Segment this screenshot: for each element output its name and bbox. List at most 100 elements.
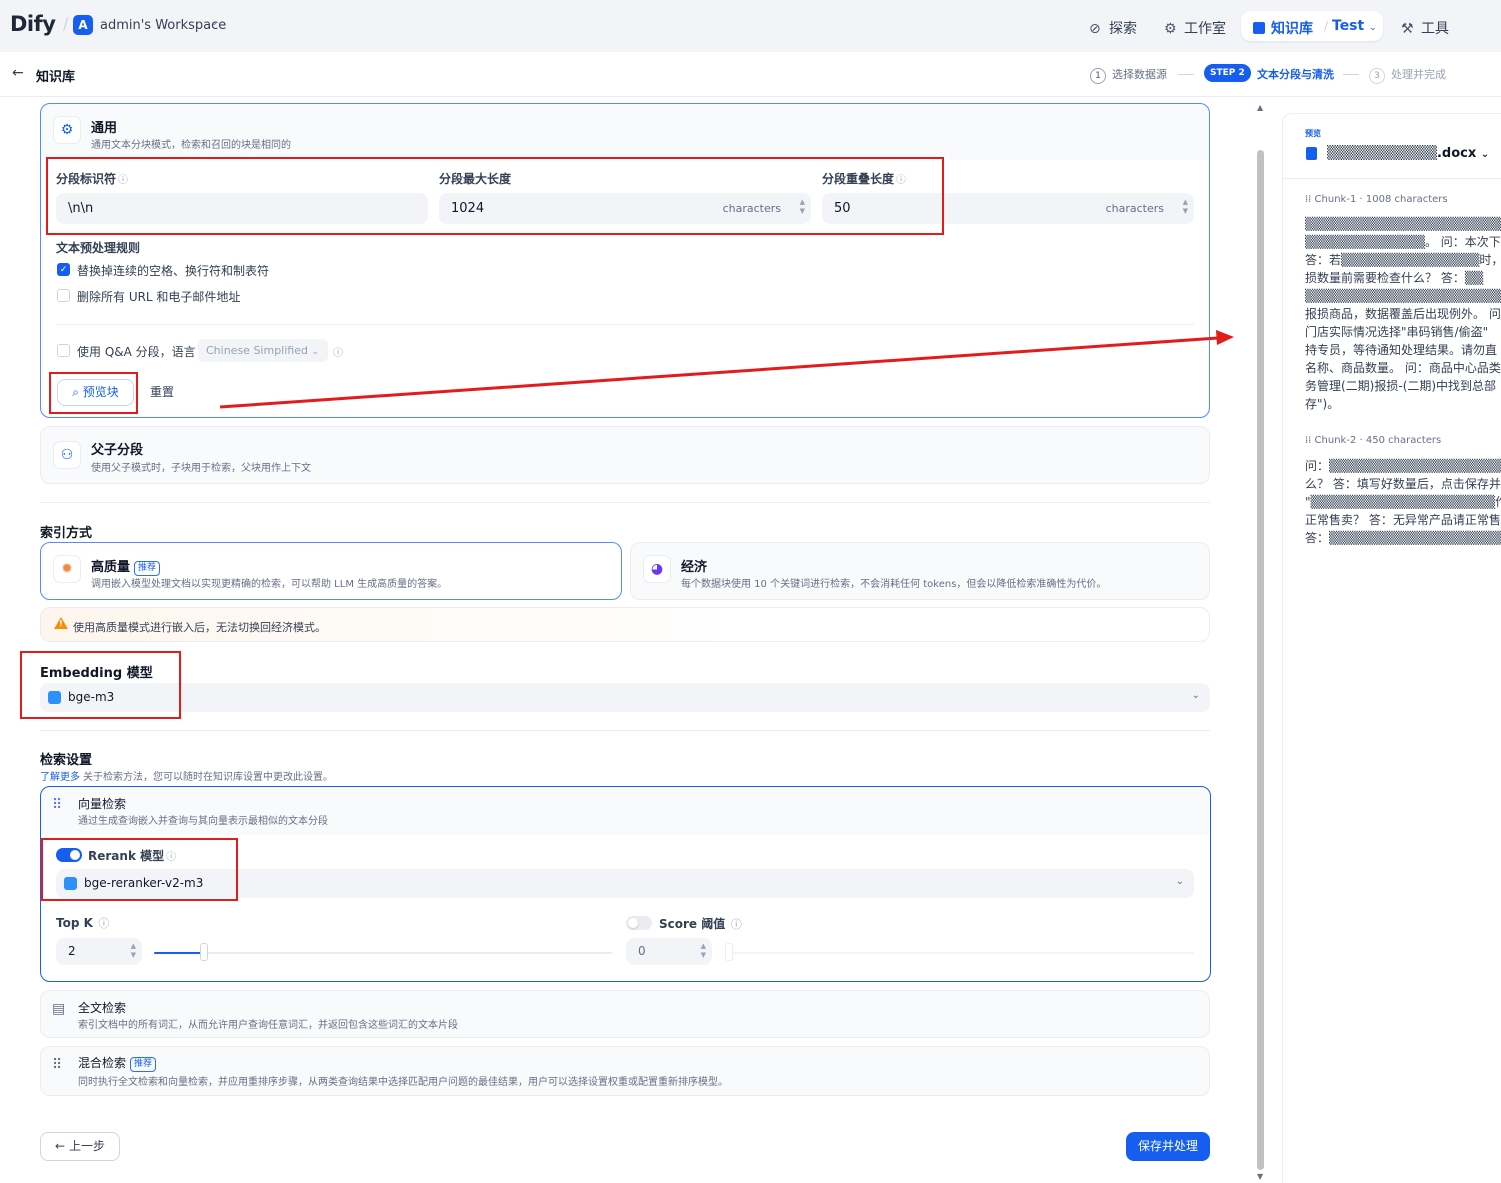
workspace-avatar[interactable]: A [73, 15, 93, 35]
vector-search-title: 向量检索 [78, 797, 127, 811]
score-threshold-value: 0 [638, 944, 646, 958]
full-text-search-card[interactable]: ▤ 全文检索 索引文档中的所有词汇，从而允许用户查询任意词汇，并返回包含这些词汇… [40, 990, 1210, 1038]
step-2-badge: STEP 2 [1204, 64, 1251, 82]
nav-explore[interactable]: ⊘ 探索 [1089, 18, 1137, 38]
step-header: ← 知识库 1 选择数据源 STEP 2 文本分段与清洗 3 处理并完成 [0, 52, 1501, 97]
compass-icon: ⊘ [1089, 21, 1101, 37]
retrieval-section-title: 检索设置 [40, 753, 93, 768]
topk-input[interactable]: 2 ▲ ▼ [56, 938, 142, 965]
scroll-down-arrow[interactable]: ▼ [1257, 1172, 1263, 1181]
scroll-up-arrow[interactable]: ▲ [1257, 103, 1263, 112]
divider [56, 324, 1194, 325]
annotation-box-rerank [41, 838, 238, 901]
embedding-model-select[interactable]: bge-m3 ⌄ [40, 683, 1210, 712]
chunk-1-text: ▒▒▒▒▒▒▒▒▒▒▒▒▒▒▒▒▒▒▒▒▒▒▒▒▒ ▒▒▒▒▒▒▒▒▒▒▒▒▒。… [1305, 217, 1501, 411]
annotation-box-embedding [20, 651, 181, 719]
vector-search-desc: 通过生成查询嵌入并查询与其向量表示最相似的文本分段 [78, 816, 328, 827]
topk-slider-track[interactable] [154, 952, 612, 954]
redacted-filename: ▒▒▒▒▒▒▒▒▒▒▒ [1327, 146, 1437, 161]
arrow-left-icon: ← [55, 1139, 66, 1153]
chevron-down-icon: ⌄ [311, 347, 320, 357]
divider [40, 730, 1210, 731]
nav-explore-label: 探索 [1109, 21, 1137, 37]
hybrid-title: 混合检索 推荐 [78, 1054, 157, 1072]
chevron-down-icon: ⌄ [1480, 149, 1490, 160]
topk-label: Top K ⓘ [56, 916, 110, 930]
topk-slider-handle[interactable] [200, 943, 208, 961]
chunk-2-meta: ⁞⁞ Chunk-2 · 450 characters [1305, 435, 1442, 446]
reset-button[interactable]: 重置 [150, 383, 174, 400]
help-icon[interactable]: ⓘ [727, 918, 742, 931]
star-icon: ✹ [53, 555, 81, 583]
score-slider-handle[interactable] [725, 943, 733, 961]
qa-checkbox[interactable] [57, 344, 70, 357]
nav-tools[interactable]: ⚒ 工具 [1401, 18, 1449, 38]
retrieval-hint: 关于检索方法，您可以随时在知识库设置中更改此设置。 [83, 772, 333, 783]
back-arrow-icon[interactable]: ← [12, 65, 24, 81]
preview-label: 预览 [1305, 129, 1321, 138]
rule1-checkbox[interactable]: ✓ [57, 263, 70, 276]
chunk-preview-panel: 预览 ▒▒▒▒▒▒▒▒▒▒▒.docx ⌄ ⁞⁞ Chunk-1 · 1008 … [1282, 113, 1501, 1183]
vector-search-header [41, 787, 1209, 835]
robot-icon: ⚙ [1164, 21, 1177, 37]
rule2-checkbox[interactable] [57, 289, 70, 302]
divider [1283, 178, 1501, 179]
general-desc: 通用文本分块模式，检索和召回的块是相同的 [91, 140, 291, 151]
index-warning: ! 使用高质量模式进行嵌入后，无法切换回经济模式。 [40, 607, 1210, 642]
qa-label: 使用 Q&A 分段，语言 [77, 345, 196, 359]
help-icon[interactable]: ⓘ [333, 344, 343, 359]
economy-desc: 每个数据块使用 10 个关键词进行检索，不会消耗任何 tokens，但会以降低检… [681, 579, 1107, 590]
save-and-process-button[interactable]: 保存并处理 [1126, 1132, 1210, 1161]
dify-logo[interactable]: Dify [10, 12, 56, 36]
chevron-down-icon: ⌄ [1191, 690, 1200, 701]
full-text-desc: 索引文档中的所有词汇，从而允许用户查询任意词汇，并返回包含这些词汇的文本片段 [78, 1020, 458, 1031]
score-threshold-input[interactable]: 0 ▲ ▼ [626, 938, 712, 965]
chunk-1-meta: ⁞⁞ Chunk-1 · 1008 characters [1305, 194, 1448, 205]
hybrid-search-card[interactable]: ⠿ 混合检索 推荐 同时执行全文检索和向量检索，并应用重排序步骤，从两类查询结果中… [40, 1046, 1210, 1096]
learn-more-link[interactable]: 了解更多 [40, 768, 80, 783]
book-icon [1253, 22, 1265, 34]
parent-child-desc: 使用父子模式时，子块用于检索，父块用作上下文 [91, 463, 311, 474]
hammer-icon: ⚒ [1401, 21, 1414, 37]
chevron-down-icon[interactable]: ⌄ [210, 17, 218, 28]
nav-knowledge-label: 知识库 [1271, 21, 1313, 37]
economy-title: 经济 [681, 560, 708, 575]
stepper-icon[interactable]: ▲ ▼ [131, 942, 136, 960]
score-slider-track[interactable] [728, 952, 1194, 954]
hybrid-grid-icon: ⠿ [52, 1057, 63, 1073]
page-title: 知识库 [36, 70, 76, 85]
economy-card[interactable]: ◕ 经济 每个数据块使用 10 个关键词进行检索，不会消耗任何 tokens，但… [630, 542, 1210, 600]
general-chunk-card[interactable]: ⚙ 通用 通用文本分块模式，检索和召回的块是相同的 [40, 103, 1210, 418]
annotation-box-chunk-settings [46, 157, 944, 235]
stepper-icon[interactable]: ▲ ▼ [1183, 198, 1188, 216]
word-file-icon [1306, 147, 1317, 160]
annotation-arrow-head [1216, 330, 1234, 345]
piggy-bank-icon: ◕ [643, 555, 671, 583]
preview-file-selector[interactable]: ▒▒▒▒▒▒▒▒▒▒▒.docx ⌄ [1327, 146, 1489, 161]
overlap-unit: characters [1105, 202, 1164, 215]
qa-language-select[interactable]: Chinese Simplified ⌄ [198, 339, 328, 362]
dataset-selector[interactable]: Test ⌄ [1332, 18, 1377, 34]
index-section-title: 索引方式 [40, 526, 93, 541]
parent-child-card[interactable]: ⚇ 父子分段 使用父子模式时，子块用于检索，父块用作上下文 [40, 426, 1210, 484]
scrollbar-thumb[interactable] [1257, 150, 1264, 1170]
stepper-icon[interactable]: ▲ ▼ [701, 942, 706, 960]
high-quality-card[interactable]: ✹ 高质量 推荐 调用嵌入模型处理文档以实现更精确的检索，可以帮助 LLM 生成高… [40, 542, 622, 600]
nav-divider: / [1324, 19, 1329, 33]
help-icon[interactable]: ⓘ [95, 917, 109, 930]
workspace-name[interactable]: admin's Workspace [100, 18, 226, 33]
score-threshold-toggle[interactable] [626, 916, 652, 930]
full-text-title: 全文检索 [78, 1001, 127, 1015]
general-title: 通用 [91, 121, 118, 136]
breadcrumb-separator: / [63, 14, 69, 33]
step-connector [1343, 74, 1359, 75]
previous-step-button[interactable]: ← 上一步 [40, 1132, 120, 1161]
preprocess-title: 文本预处理规则 [56, 241, 141, 255]
hybrid-desc: 同时执行全文检索和向量检索，并应用重排序步骤，从两类查询结果中选择匹配用户问题的… [78, 1077, 728, 1088]
parent-child-title: 父子分段 [91, 443, 144, 458]
nav-studio[interactable]: ⚙ 工作室 [1164, 18, 1226, 38]
vector-grid-icon: ⠿ [52, 797, 63, 813]
nav-tools-label: 工具 [1421, 21, 1449, 37]
nav-knowledge[interactable]: 知识库 / Test ⌄ [1241, 11, 1383, 41]
divider [40, 502, 1210, 503]
